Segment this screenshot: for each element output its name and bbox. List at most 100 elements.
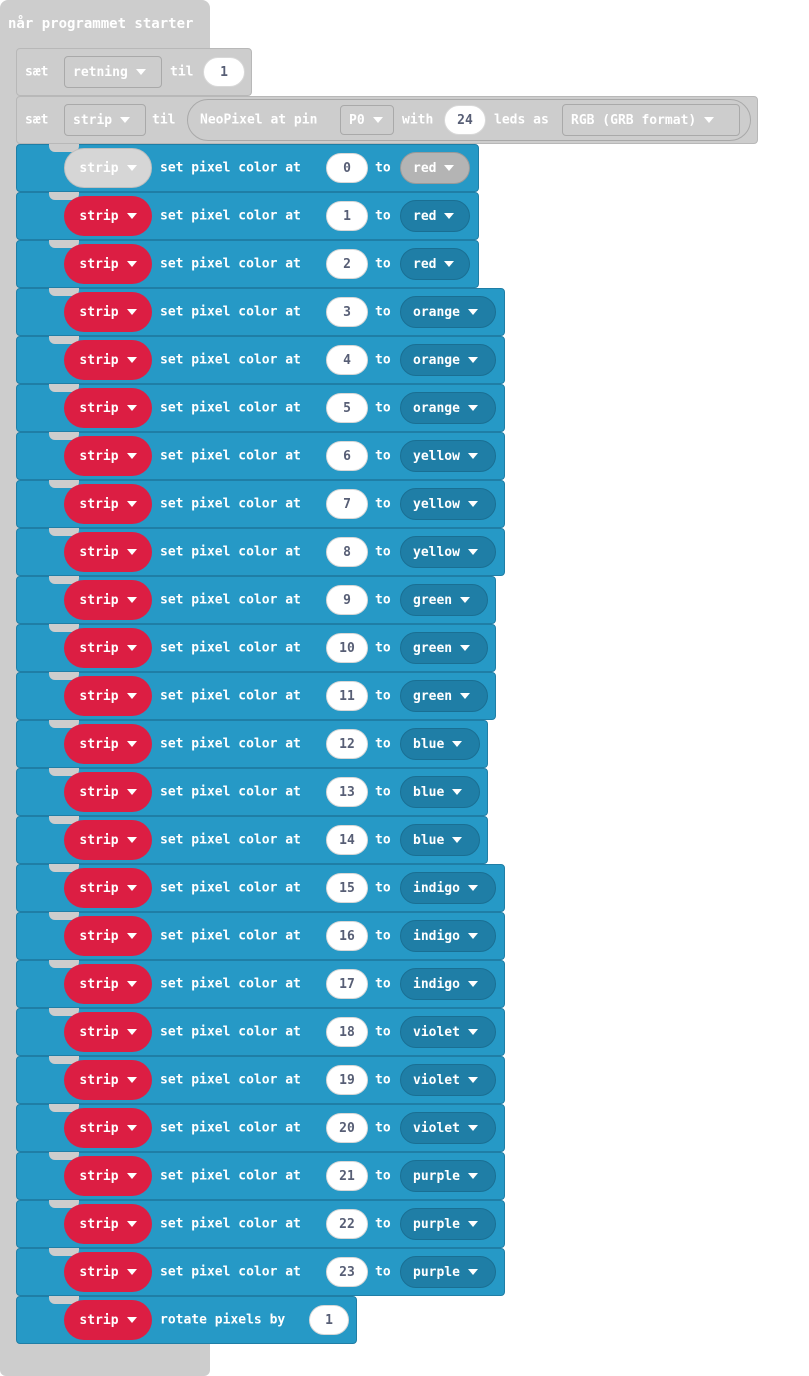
strip-dropdown[interactable]: strip <box>64 1252 152 1292</box>
set-pixel-color-block[interactable]: strip set pixel color at 9 to green <box>16 576 496 624</box>
set-pixel-color-block[interactable]: strip set pixel color at 2 to red <box>16 240 479 288</box>
color-dropdown[interactable]: indigo <box>400 872 496 904</box>
rotate-value-input[interactable]: 1 <box>309 1305 349 1335</box>
set-pixel-color-block[interactable]: strip set pixel color at 16 to indigo <box>16 912 505 960</box>
pixel-index-input[interactable]: 8 <box>326 537 368 567</box>
strip-dropdown[interactable]: strip <box>64 148 152 188</box>
set-pixel-color-block[interactable]: strip set pixel color at 14 to blue <box>16 816 488 864</box>
pixel-index-input[interactable]: 21 <box>326 1161 368 1191</box>
pixel-index-input[interactable]: 17 <box>326 969 368 999</box>
pixel-index-input[interactable]: 22 <box>326 1209 368 1239</box>
strip-dropdown[interactable]: strip <box>64 1108 152 1148</box>
set-pixel-color-block[interactable]: strip set pixel color at 13 to blue <box>16 768 488 816</box>
set-pixel-color-block[interactable]: strip set pixel color at 11 to green <box>16 672 496 720</box>
color-dropdown[interactable]: orange <box>400 392 496 424</box>
color-dropdown[interactable]: yellow <box>400 440 496 472</box>
set-pixel-color-block[interactable]: strip set pixel color at 5 to orange <box>16 384 505 432</box>
set-pixel-color-block[interactable]: strip set pixel color at 21 to purple <box>16 1152 505 1200</box>
strip-dropdown[interactable]: strip <box>64 916 152 956</box>
pixel-index-input[interactable]: 0 <box>326 153 368 183</box>
pixel-index-input[interactable]: 3 <box>326 297 368 327</box>
strip-dropdown[interactable]: strip <box>64 724 152 764</box>
pixel-index-input[interactable]: 10 <box>326 633 368 663</box>
set-retning-block[interactable]: sæt retning til 1 <box>16 48 252 96</box>
color-dropdown[interactable]: yellow <box>400 536 496 568</box>
set-pixel-color-block[interactable]: strip set pixel color at 17 to indigo <box>16 960 505 1008</box>
set-pixel-color-block[interactable]: strip set pixel color at 23 to purple <box>16 1248 505 1296</box>
color-dropdown[interactable]: red <box>400 248 470 280</box>
pixel-index-input[interactable]: 20 <box>326 1113 368 1143</box>
set-strip-block[interactable]: sæt strip til NeoPixel at pin P0 with 24… <box>16 96 758 144</box>
strip-dropdown[interactable]: strip <box>64 436 152 476</box>
color-dropdown[interactable]: indigo <box>400 920 496 952</box>
pixel-index-input[interactable]: 13 <box>326 777 368 807</box>
color-dropdown[interactable]: violet <box>400 1064 496 1096</box>
set-pixel-color-block[interactable]: strip set pixel color at 0 to red <box>16 144 479 192</box>
color-dropdown[interactable]: violet <box>400 1112 496 1144</box>
set-pixel-color-block[interactable]: strip set pixel color at 15 to indigo <box>16 864 505 912</box>
variable-dropdown-strip[interactable]: strip <box>64 104 146 136</box>
strip-dropdown[interactable]: strip <box>64 532 152 572</box>
strip-dropdown[interactable]: strip <box>64 868 152 908</box>
pixel-index-input[interactable]: 4 <box>326 345 368 375</box>
strip-dropdown[interactable]: strip <box>64 580 152 620</box>
variable-dropdown-retning[interactable]: retning <box>64 56 162 88</box>
pixel-index-input[interactable]: 6 <box>326 441 368 471</box>
mode-dropdown[interactable]: RGB (GRB format) <box>562 104 740 136</box>
color-dropdown[interactable]: green <box>400 632 488 664</box>
pixel-index-input[interactable]: 12 <box>326 729 368 759</box>
strip-dropdown[interactable]: strip <box>64 964 152 1004</box>
color-dropdown[interactable]: blue <box>400 824 480 856</box>
strip-dropdown[interactable]: strip <box>64 772 152 812</box>
color-dropdown[interactable]: green <box>400 680 488 712</box>
color-dropdown[interactable]: purple <box>400 1208 496 1240</box>
set-pixel-color-block[interactable]: strip set pixel color at 10 to green <box>16 624 496 672</box>
pixel-index-input[interactable]: 14 <box>326 825 368 855</box>
strip-dropdown[interactable]: strip <box>64 1204 152 1244</box>
neopixel-create-block[interactable]: NeoPixel at pin P0 with 24 leds as RGB (… <box>187 99 751 141</box>
rotate-pixels-block[interactable]: strip rotate pixels by 1 <box>16 1296 357 1344</box>
color-dropdown[interactable]: orange <box>400 296 496 328</box>
pixel-index-input[interactable]: 19 <box>326 1065 368 1095</box>
set-pixel-color-block[interactable]: strip set pixel color at 7 to yellow <box>16 480 505 528</box>
pixel-index-input[interactable]: 18 <box>326 1017 368 1047</box>
color-dropdown[interactable]: purple <box>400 1160 496 1192</box>
strip-dropdown[interactable]: strip <box>64 484 152 524</box>
strip-dropdown[interactable]: strip <box>64 820 152 860</box>
color-dropdown[interactable]: red <box>400 200 470 232</box>
set-pixel-color-block[interactable]: strip set pixel color at 8 to yellow <box>16 528 505 576</box>
color-dropdown[interactable]: red <box>400 152 470 184</box>
pixel-index-input[interactable]: 16 <box>326 921 368 951</box>
color-dropdown[interactable]: orange <box>400 344 496 376</box>
pixel-index-input[interactable]: 11 <box>326 681 368 711</box>
strip-dropdown[interactable]: strip <box>64 340 152 380</box>
pin-dropdown[interactable]: P0 <box>340 105 394 135</box>
set-pixel-color-block[interactable]: strip set pixel color at 19 to violet <box>16 1056 505 1104</box>
led-count-input[interactable]: 24 <box>444 105 486 135</box>
strip-dropdown[interactable]: strip <box>64 244 152 284</box>
pixel-index-input[interactable]: 9 <box>326 585 368 615</box>
set-pixel-color-block[interactable]: strip set pixel color at 4 to orange <box>16 336 505 384</box>
color-dropdown[interactable]: blue <box>400 728 480 760</box>
strip-dropdown[interactable]: strip <box>64 1300 152 1340</box>
set-pixel-color-block[interactable]: strip set pixel color at 1 to red <box>16 192 479 240</box>
strip-dropdown[interactable]: strip <box>64 196 152 236</box>
pixel-index-input[interactable]: 15 <box>326 873 368 903</box>
pixel-index-input[interactable]: 23 <box>326 1257 368 1287</box>
set-pixel-color-block[interactable]: strip set pixel color at 6 to yellow <box>16 432 505 480</box>
strip-dropdown[interactable]: strip <box>64 1156 152 1196</box>
strip-dropdown[interactable]: strip <box>64 292 152 332</box>
color-dropdown[interactable]: green <box>400 584 488 616</box>
strip-dropdown[interactable]: strip <box>64 388 152 428</box>
set-pixel-color-block[interactable]: strip set pixel color at 22 to purple <box>16 1200 505 1248</box>
set-pixel-color-block[interactable]: strip set pixel color at 3 to orange <box>16 288 505 336</box>
strip-dropdown[interactable]: strip <box>64 676 152 716</box>
pixel-index-input[interactable]: 5 <box>326 393 368 423</box>
pixel-index-input[interactable]: 1 <box>326 201 368 231</box>
color-dropdown[interactable]: blue <box>400 776 480 808</box>
color-dropdown[interactable]: indigo <box>400 968 496 1000</box>
strip-dropdown[interactable]: strip <box>64 1012 152 1052</box>
pixel-index-input[interactable]: 7 <box>326 489 368 519</box>
strip-dropdown[interactable]: strip <box>64 1060 152 1100</box>
color-dropdown[interactable]: purple <box>400 1256 496 1288</box>
